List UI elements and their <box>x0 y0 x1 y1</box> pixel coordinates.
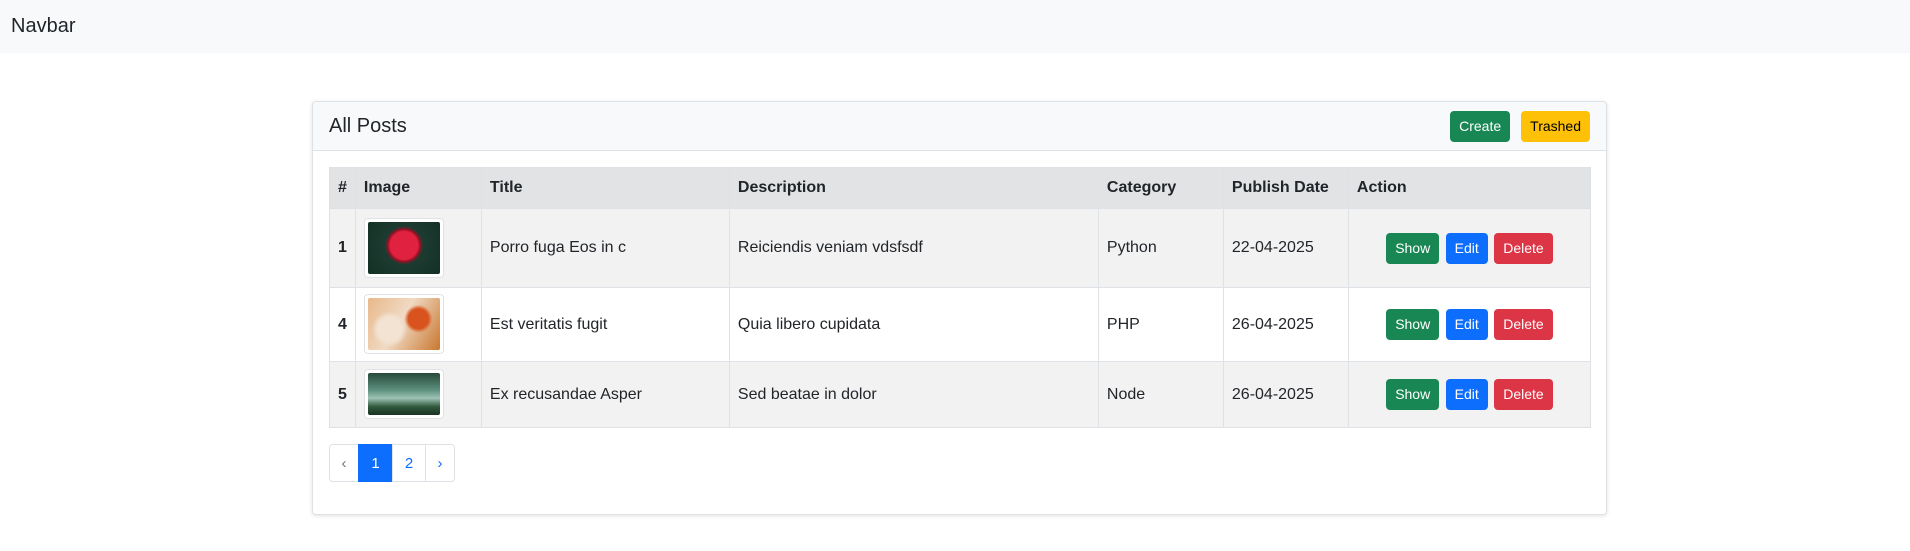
trashed-button[interactable]: Trashed <box>1521 110 1590 142</box>
post-category: Node <box>1097 361 1224 428</box>
table-row: 4 Est veritatis fugit Quia libero cupida… <box>329 287 1592 362</box>
table-header-row: # Image Title Description Category Publi… <box>329 167 1592 209</box>
header-id: # <box>329 167 356 209</box>
pagination-page-1[interactable]: 1 <box>358 444 393 482</box>
header-actions: Create Trashed <box>1450 110 1590 142</box>
post-thumbnail <box>363 294 444 354</box>
table-row: 1 Porro fuga Eos in c Reiciendis veniam … <box>329 208 1592 288</box>
post-id: 1 <box>329 208 356 288</box>
page-title: All Posts <box>329 114 407 137</box>
post-actions: Show Edit Delete <box>1347 208 1592 288</box>
posts-card: All Posts Create Trashed # Image Title D… <box>312 101 1607 515</box>
show-button[interactable]: Show <box>1386 309 1440 340</box>
post-id: 5 <box>329 361 356 428</box>
post-category: PHP <box>1097 287 1224 362</box>
navbar-brand[interactable]: Navbar <box>11 15 75 38</box>
forest-lake-image <box>367 373 440 415</box>
post-thumbnail <box>363 369 444 419</box>
post-thumbnail <box>363 217 444 278</box>
card-header: All Posts Create Trashed <box>313 102 1606 151</box>
post-title: Porro fuga Eos in c <box>480 208 730 288</box>
post-description: Reiciendis veniam vdsfsdf <box>728 208 1099 288</box>
post-image-cell <box>354 287 482 362</box>
post-publish-date: 22-04-2025 <box>1222 208 1349 288</box>
header-description: Description <box>728 167 1099 209</box>
post-title: Est veritatis fugit <box>480 287 730 362</box>
post-actions: Show Edit Delete <box>1347 361 1592 428</box>
delete-button[interactable]: Delete <box>1494 232 1553 264</box>
delete-button[interactable]: Delete <box>1494 309 1553 340</box>
pagination-next[interactable]: › <box>425 444 455 482</box>
header-publish-date: Publish Date <box>1222 167 1349 209</box>
card-body: # Image Title Description Category Publi… <box>313 151 1606 498</box>
pagination: ‹ 1 2 › <box>329 444 1590 482</box>
post-description: Sed beatae in dolor <box>728 361 1099 428</box>
post-publish-date: 26-04-2025 <box>1222 361 1349 428</box>
autumn-leaves-image <box>367 298 440 350</box>
header-image: Image <box>354 167 482 209</box>
show-button[interactable]: Show <box>1386 379 1440 410</box>
post-title: Ex recusandae Asper <box>480 361 730 428</box>
post-image-cell <box>354 208 482 288</box>
post-actions: Show Edit Delete <box>1347 287 1592 362</box>
post-category: Python <box>1097 208 1224 288</box>
edit-button[interactable]: Edit <box>1445 379 1488 410</box>
pagination-page-2[interactable]: 2 <box>392 444 426 482</box>
delete-button[interactable]: Delete <box>1494 379 1553 410</box>
edit-button[interactable]: Edit <box>1445 309 1488 340</box>
pagination-prev[interactable]: ‹ <box>329 444 359 482</box>
post-publish-date: 26-04-2025 <box>1222 287 1349 362</box>
post-description: Quia libero cupidata <box>728 287 1099 362</box>
navbar: Navbar <box>0 0 1910 53</box>
edit-button[interactable]: Edit <box>1445 232 1488 264</box>
post-image-cell <box>354 361 482 428</box>
show-button[interactable]: Show <box>1386 232 1440 264</box>
header-action: Action <box>1347 167 1592 209</box>
header-category: Category <box>1097 167 1224 209</box>
header-title: Title <box>480 167 730 209</box>
post-id: 4 <box>329 287 356 362</box>
create-button[interactable]: Create <box>1450 110 1511 142</box>
table-row: 5 Ex recusandae Asper Sed beatae in dolo… <box>329 361 1592 428</box>
red-flower-image <box>367 221 440 274</box>
posts-table: # Image Title Description Category Publi… <box>329 167 1592 428</box>
